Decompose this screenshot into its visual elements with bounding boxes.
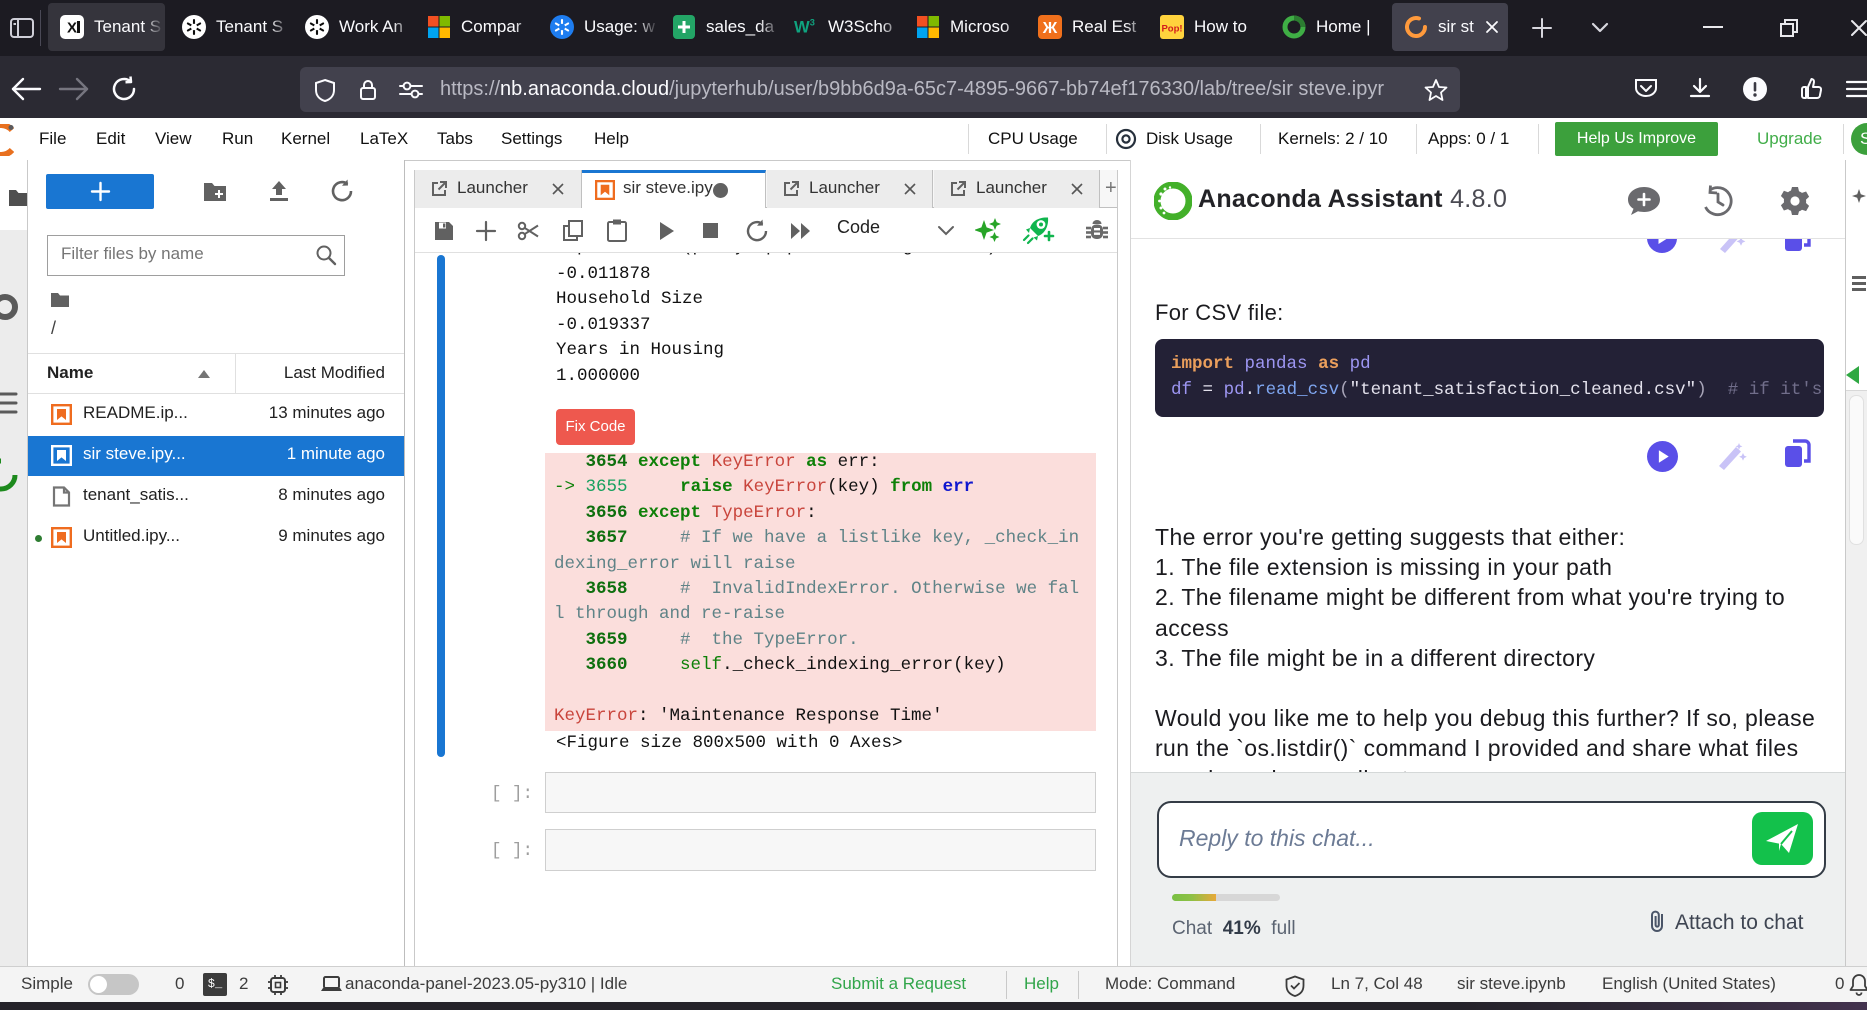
svg-text:W: W xyxy=(794,18,810,37)
svg-text:Pop!: Pop! xyxy=(1161,24,1182,35)
svg-text:3: 3 xyxy=(810,18,815,28)
svg-text:Ж: Ж xyxy=(1042,20,1058,37)
svg-text:X: X xyxy=(67,20,77,37)
